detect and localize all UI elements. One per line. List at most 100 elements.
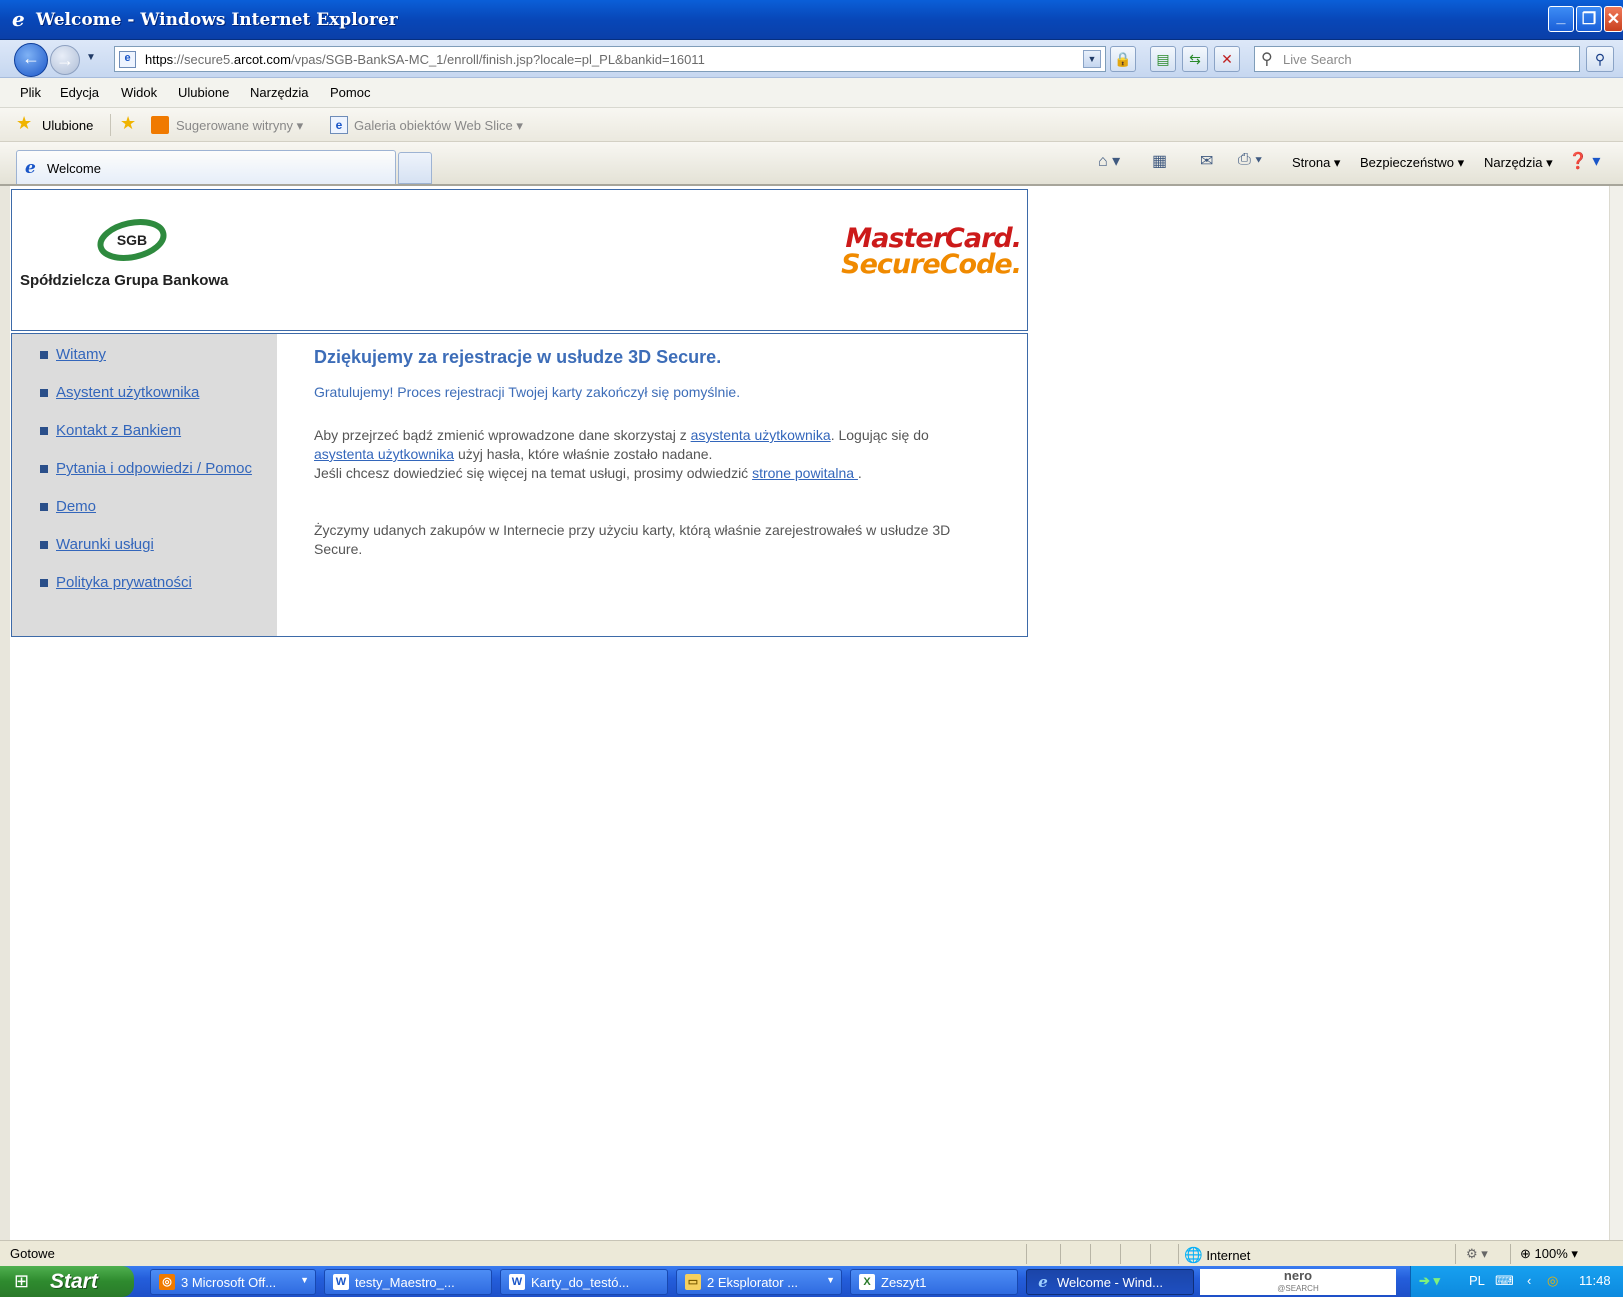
welcome-page-link[interactable]: strone powitalna <box>752 465 858 481</box>
search-input[interactable]: ⚲ Live Search <box>1254 46 1580 72</box>
word-icon: W <box>509 1274 525 1290</box>
favorites-star-icon: ★ <box>16 113 33 133</box>
address-toolbar: ← → ▼ e https://secure5.arcot.com/vpas/S… <box>0 40 1623 78</box>
nav-link-polityka[interactable]: Polityka prywatności <box>56 574 192 591</box>
minimize-button[interactable]: _ <box>1548 6 1574 32</box>
taskbar-item-word-2[interactable]: W Karty_do_testó... <box>500 1269 668 1295</box>
back-button[interactable]: ← <box>14 43 48 77</box>
menu-edycja[interactable]: Edycja <box>60 85 99 100</box>
search-go-button[interactable]: ⚲ <box>1586 46 1614 72</box>
address-field[interactable]: e https://secure5.arcot.com/vpas/SGB-Ban… <box>114 46 1106 72</box>
nav-item-witamy: Witamy <box>40 346 252 384</box>
taskbar-item-excel[interactable]: X Zeszyt1 <box>850 1269 1018 1295</box>
bullet-icon <box>40 541 48 549</box>
mail-icon[interactable]: ✉ <box>1200 151 1213 171</box>
svg-text:SGB: SGB <box>117 232 147 248</box>
security-menu[interactable]: Bezpieczeństwo ▾ <box>1360 155 1464 171</box>
taskbar-item-word-1[interactable]: Wtesty_Maestro_... <box>324 1269 492 1295</box>
menu-ulubione[interactable]: Ulubione <box>178 85 229 100</box>
vertical-scrollbar[interactable] <box>1609 186 1623 1240</box>
tab-welcome[interactable]: e Welcome <box>16 150 396 184</box>
menu-pomoc[interactable]: Pomoc <box>330 85 370 100</box>
compatibility-icon[interactable]: ▤ <box>1150 46 1176 72</box>
tab-ie-icon: e <box>25 158 36 178</box>
folder-icon: ▭ <box>685 1274 701 1290</box>
bullet-icon <box>40 465 48 473</box>
window-title: Welcome - Windows Internet Explorer <box>36 10 398 30</box>
keyboard-icon[interactable]: ⌨ <box>1495 1273 1514 1289</box>
ie-logo-icon: e <box>12 8 25 30</box>
separator <box>110 114 111 136</box>
web-slice-icon: e <box>330 116 348 134</box>
security-zone[interactable]: 🌐 Internet <box>1184 1246 1250 1264</box>
nav-link-demo[interactable]: Demo <box>56 498 96 515</box>
menu-bar: Plik Edycja Widok Ulubione Narzędzia Pom… <box>0 78 1623 108</box>
address-dropdown-icon[interactable]: ▼ <box>1083 50 1101 68</box>
page-icon: e <box>119 51 136 68</box>
zoom-control[interactable]: ⊕ 100% ▾ <box>1520 1246 1578 1262</box>
tray-chevron-icon[interactable]: ‹ <box>1527 1273 1531 1288</box>
menu-widok[interactable]: Widok <box>121 85 157 100</box>
side-navigation: Witamy Asystent użytkownika Kontakt z Ba… <box>12 334 277 636</box>
bank-name: Spółdzielcza Grupa Bankowa <box>20 272 229 289</box>
refresh-icon[interactable]: ⇆ <box>1182 46 1208 72</box>
wish-message: Życzymy udanych zakupów w Internecie prz… <box>314 522 951 557</box>
bullet-icon <box>40 503 48 511</box>
assistant-link[interactable]: asystenta użytkownika <box>691 427 831 443</box>
taskbar-item-office[interactable]: ◎ 3 Microsoft Off... ▼ <box>150 1269 316 1295</box>
history-dropdown-icon[interactable]: ▼ <box>86 52 96 63</box>
new-tab-button[interactable] <box>398 152 432 184</box>
nav-link-kontakt[interactable]: Kontakt z Bankiem <box>56 422 181 439</box>
bullet-icon <box>40 427 48 435</box>
nero-search-box[interactable]: nero @SEARCH <box>1200 1269 1396 1295</box>
nav-item-polityka: Polityka prywatności <box>40 574 252 612</box>
ie-icon: e <box>1038 1273 1048 1291</box>
nav-item-warunki: Warunki usługi <box>40 536 252 574</box>
favorites-button[interactable]: Ulubione <box>42 118 93 133</box>
add-favorite-icon[interactable]: ★ <box>120 113 136 134</box>
office-icon: ◎ <box>159 1274 175 1290</box>
status-bar: Gotowe 🌐 Internet ⚙ ▾ ⊕ 100% ▾ <box>0 1240 1623 1266</box>
stop-icon[interactable]: ✕ <box>1214 46 1240 72</box>
protected-mode-icon[interactable]: ⚙ ▾ <box>1466 1246 1488 1262</box>
menu-plik[interactable]: Plik <box>20 85 41 100</box>
nav-item-pytania: Pytania i odpowiedzi / Pomoc <box>40 460 252 498</box>
nav-link-witamy[interactable]: Witamy <box>56 346 106 363</box>
forward-button[interactable]: → <box>50 45 80 75</box>
content-area: Dziękujemy za rejestracje w usłudze 3D S… <box>314 348 954 559</box>
title-bar: e Welcome - Windows Internet Explorer _ … <box>0 0 1623 40</box>
bullet-icon <box>40 351 48 359</box>
windows-flag-icon: ⊞ <box>14 1271 30 1291</box>
taskbar-item-ie[interactable]: e Welcome - Wind... <box>1026 1269 1194 1295</box>
search-icon: ⚲ <box>1261 51 1273 68</box>
feeds-icon[interactable]: ▦ <box>1152 151 1167 171</box>
home-icon[interactable]: ⌂ ▾ <box>1098 151 1120 171</box>
language-indicator[interactable]: PL <box>1469 1273 1485 1288</box>
nav-link-warunki[interactable]: Warunki usługi <box>56 536 154 553</box>
lock-icon[interactable]: 🔒 <box>1110 46 1136 72</box>
start-button[interactable]: ⊞ Start <box>0 1266 134 1297</box>
page-menu[interactable]: Strona ▾ <box>1292 155 1340 171</box>
tray-app-icon[interactable]: ◎ <box>1547 1273 1558 1289</box>
suggested-sites-link[interactable]: Sugerowane witryny ▾ <box>176 118 303 134</box>
info-paragraph: Aby przejrzeć bądź zmienić wprowadzone d… <box>314 427 929 481</box>
print-icon[interactable]: ⎙ ▾ <box>1238 151 1262 169</box>
nav-link-asystent[interactable]: Asystent użytkownika <box>56 384 199 401</box>
url-text[interactable]: https://secure5.arcot.com/vpas/SGB-BankS… <box>145 52 705 67</box>
assistant-link-2[interactable]: asystenta użytkownika <box>314 446 454 462</box>
tray-arrow-icon[interactable]: ➔ ▾ <box>1419 1273 1440 1289</box>
help-icon[interactable]: ❓ ▾ <box>1568 151 1600 171</box>
tools-menu[interactable]: Narzędzia ▾ <box>1484 155 1553 171</box>
restore-button[interactable]: ❐ <box>1576 6 1602 32</box>
web-slice-gallery-link[interactable]: Galeria obiektów Web Slice ▾ <box>354 118 523 134</box>
taskbar-item-explorer[interactable]: ▭ 2 Eksplorator ... ▼ <box>676 1269 842 1295</box>
nav-link-pytania[interactable]: Pytania i odpowiedzi / Pomoc <box>56 460 252 477</box>
main-panel: Witamy Asystent użytkownika Kontakt z Ba… <box>11 333 1028 637</box>
taskbar: ⊞ Start ◎ 3 Microsoft Off... ▼ Wtesty_Maes… <box>0 1266 1623 1297</box>
close-button[interactable]: ✕ <box>1604 6 1623 32</box>
bullet-icon <box>40 579 48 587</box>
congrats-message: Gratulujemy! Proces rejestracji Twojej k… <box>314 384 741 400</box>
menu-narzedzia[interactable]: Narzędzia <box>250 85 309 100</box>
favorites-bar: ★ Ulubione ★ Sugerowane witryny ▾ e Gale… <box>0 108 1623 142</box>
nav-item-asystent: Asystent użytkownika <box>40 384 252 422</box>
